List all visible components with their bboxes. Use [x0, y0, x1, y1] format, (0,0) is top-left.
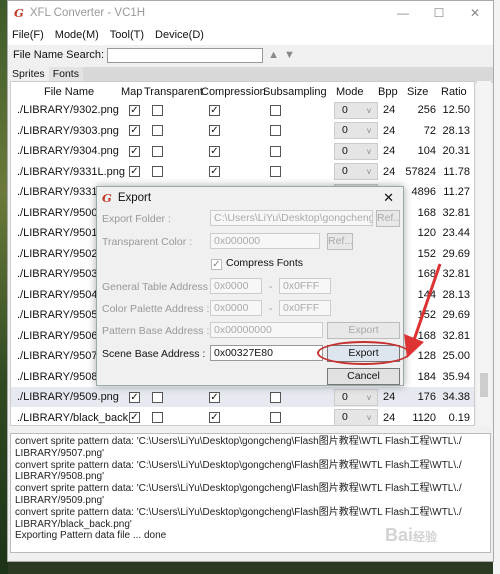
annotation-arrow-icon — [404, 263, 442, 358]
